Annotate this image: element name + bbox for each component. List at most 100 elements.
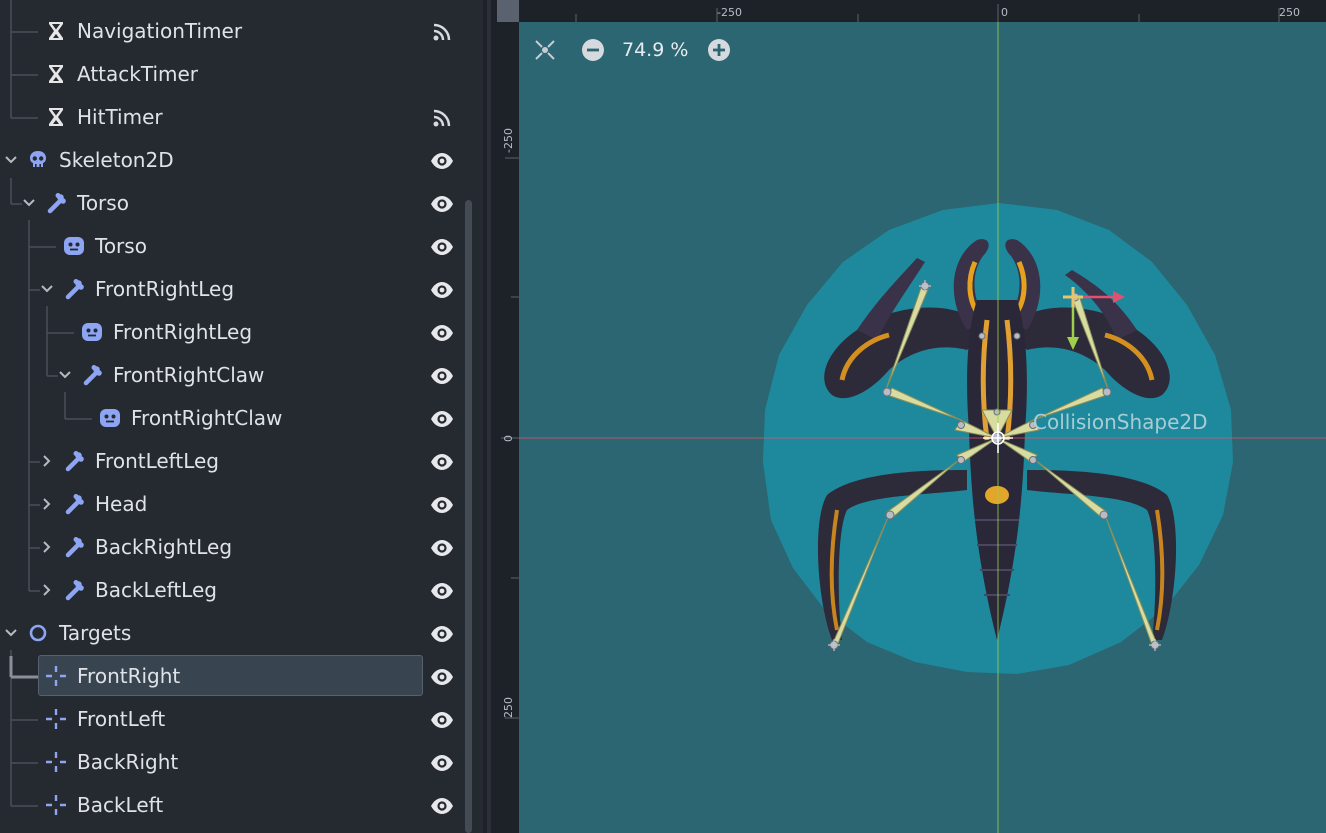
sprite-face-icon (63, 235, 85, 257)
chevron-down-icon[interactable] (40, 282, 54, 296)
tree-row-label: FrontRightClaw (113, 363, 265, 387)
chevron-right-icon[interactable] (40, 583, 54, 597)
eye-icon[interactable] (430, 751, 454, 775)
tree-row-backleftleg[interactable]: BackLeftLeg (0, 569, 470, 612)
signal-icon[interactable] (430, 20, 454, 44)
sprite-face-icon (81, 321, 103, 343)
tree-row-frontrightclaw-sprite[interactable]: FrontRightClaw (0, 397, 470, 440)
marker-icon (45, 794, 67, 816)
tree-row-frontleftleg[interactable]: FrontLeftLeg (0, 440, 470, 483)
eye-icon[interactable] (430, 536, 454, 560)
eye-icon[interactable] (430, 450, 454, 474)
tree-row-label: FrontRightLeg (95, 277, 235, 301)
eye-icon[interactable] (430, 235, 454, 259)
chevron-right-icon[interactable] (40, 497, 54, 511)
sprite-face-icon (99, 407, 121, 429)
tree-row-label: FrontRightLeg (113, 320, 253, 344)
zoom-in-icon[interactable] (706, 37, 732, 63)
hourglass-icon (45, 20, 67, 42)
tree-row-frontrightleg-sprite[interactable]: FrontRightLeg (0, 311, 470, 354)
tree-row-label: BackLeftLeg (95, 578, 217, 602)
skull-icon (27, 149, 49, 171)
tree-row-hittimer[interactable]: HitTimer (0, 96, 470, 139)
tree-row-label: NavigationTimer (77, 19, 243, 43)
eye-icon[interactable] (430, 665, 454, 689)
eye-icon[interactable] (430, 407, 454, 431)
tree-row-head[interactable]: Head (0, 483, 470, 526)
eye-icon[interactable] (430, 579, 454, 603)
eye-icon[interactable] (430, 321, 454, 345)
marker-icon (45, 708, 67, 730)
bone-icon (63, 579, 85, 601)
tree-row-skeleton2d[interactable]: Skeleton2D (0, 139, 470, 182)
vruler-label-zero: 0 (502, 435, 515, 442)
tree-row-label: FrontRightClaw (131, 406, 283, 430)
tree-row-frontrightclaw-bone[interactable]: FrontRightClaw (0, 354, 470, 397)
tree-row-backrightleg[interactable]: BackRightLeg (0, 526, 470, 569)
horizontal-ruler[interactable] (497, 0, 1326, 22)
eye-icon[interactable] (430, 493, 454, 517)
chevron-down-icon[interactable] (58, 368, 72, 382)
tree-row-backright[interactable]: BackRight (0, 741, 470, 784)
panel-splitter[interactable] (483, 0, 497, 833)
eye-icon[interactable] (430, 278, 454, 302)
tree-row-attacktimer[interactable]: AttackTimer (0, 53, 470, 96)
eye-icon[interactable] (430, 149, 454, 173)
tree-row-label: Targets (59, 621, 132, 645)
marker-icon (45, 751, 67, 773)
tree-scrollbar[interactable] (465, 200, 472, 833)
eye-icon[interactable] (430, 794, 454, 818)
tree-row-frontrightleg-bone[interactable]: FrontRightLeg (0, 268, 470, 311)
center-view-icon[interactable] (532, 37, 558, 63)
eye-icon[interactable] (430, 364, 454, 388)
hourglass-icon (45, 106, 67, 128)
chevron-down-icon[interactable] (4, 153, 18, 167)
ruler-label-zero: 0 (1001, 6, 1008, 19)
bone-icon (63, 450, 85, 472)
bone-icon (63, 278, 85, 300)
ruler-corner[interactable] (497, 0, 519, 22)
chevron-down-icon[interactable] (22, 196, 36, 210)
collision-shape-label: CollisionShape2D (1033, 410, 1208, 434)
tree-row-label: Skeleton2D (59, 148, 174, 172)
eye-icon[interactable] (430, 708, 454, 732)
eye-icon[interactable] (430, 192, 454, 216)
chevron-right-icon[interactable] (40, 454, 54, 468)
tree-row-label: Torso (77, 191, 129, 215)
tree-row-torso-bone[interactable]: Torso (0, 182, 470, 225)
canvas-viewport[interactable]: -250 0 250 -250 0 250 74.9 % CollisionSh… (497, 0, 1326, 833)
chevron-right-icon[interactable] (40, 540, 54, 554)
zoom-toolbar: 74.9 % (532, 35, 732, 65)
tree-row-frontright[interactable]: FrontRight (0, 655, 470, 698)
tree-row-label: BackRight (77, 750, 179, 774)
vruler-label-plus: 250 (502, 697, 515, 718)
tree-row-targets[interactable]: Targets (0, 612, 470, 655)
ruler-label-plus: 250 (1279, 6, 1300, 19)
bone-icon (63, 493, 85, 515)
eye-icon[interactable] (430, 622, 454, 646)
zoom-out-icon[interactable] (580, 37, 606, 63)
tree-row-label: FrontLeftLeg (95, 449, 220, 473)
tree-row-backleft[interactable]: BackLeft (0, 784, 470, 827)
tree-row-label: HitTimer (77, 105, 163, 129)
vruler-label-minus: -250 (502, 128, 515, 153)
marker-icon (45, 665, 67, 687)
scene-tree-panel: NavigationTimer AttackTimer HitTimer Ske… (0, 0, 483, 833)
tree-row-torso-sprite[interactable]: Torso (0, 225, 470, 268)
signal-icon[interactable] (430, 106, 454, 130)
tree-row-label: Torso (95, 234, 147, 258)
tree-row-label: AttackTimer (77, 62, 199, 86)
tree-row-label: BackLeft (77, 793, 164, 817)
tree-row-label: FrontLeft (77, 707, 166, 731)
hourglass-icon (45, 63, 67, 85)
tree-row-navigationtimer[interactable]: NavigationTimer (0, 10, 470, 53)
bone-icon (63, 536, 85, 558)
node2d-circle-icon (27, 622, 49, 644)
bone-icon (45, 192, 67, 214)
chevron-down-icon[interactable] (4, 626, 18, 640)
tree-row-label: FrontRight (77, 664, 181, 688)
splitter-grip (487, 0, 491, 833)
zoom-level-label[interactable]: 74.9 % (622, 39, 688, 61)
tree-row-frontleft[interactable]: FrontLeft (0, 698, 470, 741)
bone-icon (81, 364, 103, 386)
